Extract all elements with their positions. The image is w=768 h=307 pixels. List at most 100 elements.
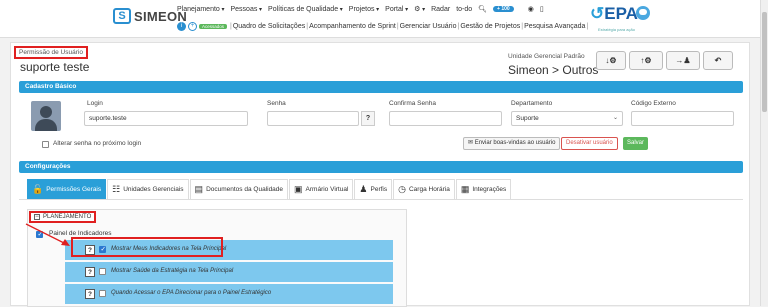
send-welcome-button[interactable]: ✉ Enviar boas-vindas ao usuário: [463, 137, 561, 150]
unit-label: Unidade Gerencial Padrão: [508, 53, 585, 60]
tab-integracoes[interactable]: ▦ Integrações: [455, 179, 512, 199]
book-icon: ▤: [194, 184, 204, 194]
cabinet-icon: ▣: [294, 184, 303, 194]
separator: |: [521, 23, 524, 30]
menu-projetos[interactable]: Projetos: [349, 6, 379, 13]
collapse-icon[interactable]: −: [34, 214, 40, 220]
tab-label: Integrações: [472, 186, 507, 193]
tab-label: Carga Horária: [408, 186, 450, 193]
unlock-icon: 🔓: [32, 184, 44, 194]
deactivate-user-button[interactable]: Desativar usuário: [561, 137, 618, 150]
indicator-row: ? Quando Acessar o EPA Direcionar para o…: [65, 284, 393, 304]
notifications-icon[interactable]: ◉: [528, 5, 534, 13]
tab-carga-horaria[interactable]: ◷ Carga Horária: [393, 179, 455, 199]
envelope-icon: ✉: [468, 140, 475, 146]
save-button[interactable]: Salvar: [623, 137, 649, 150]
indicator-label: Mostrar Saúde da Estratégia na Tela Prin…: [111, 268, 234, 274]
confirma-senha-label: Confirma Senha: [389, 100, 436, 107]
alterar-senha-label: Alterar senha no próximo login: [53, 140, 142, 147]
codigo-externo-input[interactable]: [631, 111, 734, 126]
separator: |: [306, 23, 309, 30]
tab-armario-virtual[interactable]: ▣ Armário Virtual: [289, 179, 354, 199]
hierarchy-icon: ☷: [112, 184, 121, 194]
separator: |: [457, 23, 460, 30]
move-up-button[interactable]: ↑⚙: [629, 51, 663, 70]
grid-icon: ▦: [460, 184, 470, 194]
chevron-down-icon: ⌄: [612, 115, 618, 121]
avatar-body: [35, 119, 57, 131]
indicator-checkbox[interactable]: [99, 290, 106, 297]
configuracoes-header: Configurações: [19, 161, 743, 173]
tabs-divider: [19, 199, 743, 200]
highlight-box: [71, 237, 223, 257]
new-badge[interactable]: + 100: [493, 6, 514, 12]
top-header: S SIMEON Planejamento Pessoas Políticas …: [0, 0, 760, 38]
clock-icon: ◷: [398, 184, 406, 194]
help-icon[interactable]: ?: [85, 267, 95, 277]
send-welcome-label: Enviar boas-vindas ao usuário: [474, 140, 556, 146]
planejamento-node[interactable]: − PLANEJAMENTO: [29, 211, 97, 223]
senha-label: Senha: [267, 100, 286, 107]
alterar-senha-checkbox[interactable]: [42, 141, 49, 148]
painel-indicadores-label: Painel de Indicadores: [49, 230, 112, 237]
epa-logo[interactable]: ↺EPA Estratégia para ação: [590, 4, 638, 32]
users-icon: ♟: [359, 184, 368, 194]
link-gestao-projetos[interactable]: Gestão de Projetos: [460, 23, 520, 30]
menu-planejamento[interactable]: Planejamento: [177, 6, 225, 13]
tab-label: Perfis: [370, 186, 388, 193]
tab-label: Armário Virtual: [305, 186, 349, 193]
page-scrollbar[interactable]: [760, 0, 768, 306]
menu-radar[interactable]: Radar: [431, 6, 450, 13]
add-circle-icon[interactable]: +: [188, 22, 197, 31]
indicator-label: Quando Acessar o EPA Direcionar para o P…: [111, 290, 272, 296]
chatbot-icon[interactable]: [636, 6, 650, 20]
confirma-senha-input[interactable]: [389, 111, 502, 126]
link-pesquisa-avancada[interactable]: Pesquisa Avançada: [524, 23, 585, 30]
menu-pessoas[interactable]: Pessoas: [231, 6, 263, 13]
cadastro-basico-header: Cadastro Básico: [19, 81, 743, 93]
switch-user-button[interactable]: →♟: [666, 51, 700, 70]
mobile-icon[interactable]: ▯: [540, 5, 544, 13]
simeon-logo[interactable]: S SIMEON: [113, 8, 187, 24]
link-gerenciar-usuario[interactable]: Gerenciar Usuário: [400, 23, 457, 30]
quick-links: i + Acessados | Quadro de Solicitações |…: [177, 22, 589, 31]
painel-indicadores-checkbox[interactable]: [36, 230, 43, 238]
login-label: Login: [87, 100, 103, 107]
scroll-thumb[interactable]: [762, 12, 767, 112]
planejamento-label: PLANEJAMENTO: [43, 214, 92, 220]
avatar[interactable]: [31, 101, 61, 131]
senha-help-button[interactable]: ?: [361, 111, 375, 126]
tab-documentos-qualidade[interactable]: ▤ Documentos da Qualidade: [189, 179, 289, 199]
departamento-value: Suporte: [516, 115, 539, 122]
link-quadro-solicitacoes[interactable]: Quadro de Solicitações: [233, 23, 305, 30]
user-permission-panel: Permissão de Usuário suporte teste Unida…: [10, 42, 750, 307]
tab-label: Permissões Gerais: [46, 186, 102, 193]
search-icon[interactable]: 🔍︎: [478, 5, 487, 13]
link-acompanhamento-sprint[interactable]: Acompanhamento de Sprint: [309, 23, 396, 30]
menu-politicas[interactable]: Políticas de Qualidade: [268, 6, 343, 13]
codigo-externo-label: Código Externo: [631, 100, 676, 107]
epa-brand: ↺EPA: [590, 4, 638, 23]
tab-label: Unidades Gerenciais: [123, 186, 184, 193]
info-icon[interactable]: i: [177, 22, 186, 31]
unit-value: Simeon > Outros: [508, 63, 599, 77]
indicator-checkbox[interactable]: [99, 268, 106, 275]
move-down-button[interactable]: ↓⚙: [596, 51, 626, 70]
tab-label: Documentos da Qualidade: [206, 186, 284, 193]
menu-settings-gear-icon[interactable]: ⚙: [414, 5, 425, 13]
menu-todo[interactable]: to-do: [456, 6, 472, 13]
tab-permissoes-gerais[interactable]: 🔓 Permissões Gerais: [27, 179, 107, 199]
departamento-select[interactable]: Suporte ⌄: [511, 111, 623, 126]
menu-portal[interactable]: Portal: [385, 6, 408, 13]
senha-input[interactable]: [267, 111, 359, 126]
tab-unidades-gerenciais[interactable]: ☷ Unidades Gerenciais: [107, 179, 189, 199]
separator: |: [586, 23, 589, 30]
tab-perfis[interactable]: ♟ Perfis: [354, 179, 393, 199]
back-button[interactable]: ↶: [703, 51, 733, 70]
epa-brand-text: EPA: [604, 4, 638, 23]
help-icon[interactable]: ?: [85, 289, 95, 299]
nav-buttons: ↓⚙ ↑⚙ →♟ ↶: [596, 51, 733, 70]
config-tabs: 🔓 Permissões Gerais ☷ Unidades Gerenciais …: [27, 179, 512, 199]
access-badge[interactable]: Acessados: [199, 24, 228, 29]
login-input[interactable]: suporte.teste: [84, 111, 248, 126]
